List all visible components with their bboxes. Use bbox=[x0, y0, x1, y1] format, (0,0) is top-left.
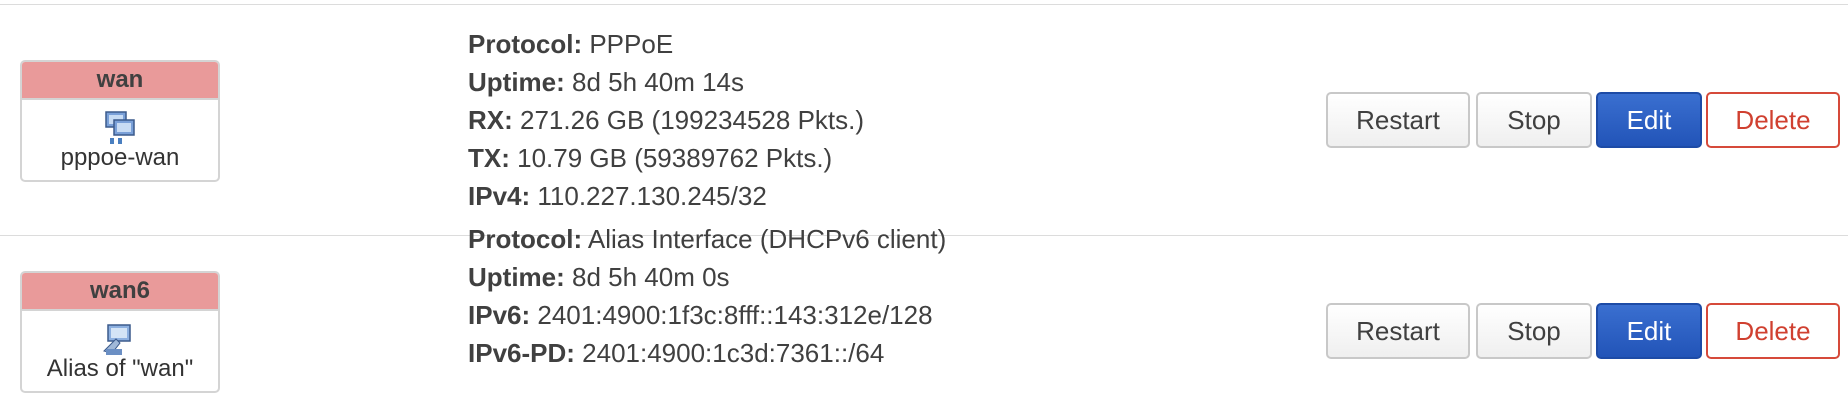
device-label: pppoe-wan bbox=[60, 144, 180, 171]
interface-status: Protocol: Alias Interface (DHCPv6 client… bbox=[468, 220, 946, 372]
edit-button[interactable]: Edit bbox=[1596, 303, 1702, 359]
status-value: 8d 5h 40m 14s bbox=[564, 67, 745, 97]
status-key: IPv6: bbox=[468, 300, 531, 330]
delete-button[interactable]: Delete bbox=[1706, 303, 1840, 359]
interface-device: Alias of "wan" bbox=[22, 311, 218, 391]
device-label: Alias of "wan" bbox=[46, 355, 194, 382]
alias-interface-icon bbox=[100, 321, 140, 357]
status-uptime: Uptime: 8d 5h 40m 0s bbox=[468, 258, 946, 296]
status-value: 8d 5h 40m 0s bbox=[564, 262, 730, 292]
restart-button[interactable]: Restart bbox=[1326, 303, 1470, 359]
interface-row-wan: wan pppoe-wan Protocol: PPPoE Uptime: 8d… bbox=[0, 0, 1848, 235]
status-ipv6-pd: IPv6-PD: 2401:4900:1c3d:7361::/64 bbox=[468, 334, 946, 372]
restart-button[interactable]: Restart bbox=[1326, 92, 1470, 148]
status-protocol: Protocol: Alias Interface (DHCPv6 client… bbox=[468, 220, 946, 258]
status-key: Protocol: bbox=[468, 29, 583, 59]
stop-button[interactable]: Stop bbox=[1476, 92, 1592, 148]
status-value: 2401:4900:1f3c:8fff::143:312e/128 bbox=[530, 300, 933, 330]
status-value: 10.79 GB (59389762 Pkts.) bbox=[509, 143, 833, 173]
status-tx: TX: 10.79 GB (59389762 Pkts.) bbox=[468, 139, 864, 177]
interface-box-wan6: wan6 Alias of "wan" bbox=[20, 271, 220, 393]
status-value: 271.26 GB (199234528 Pkts.) bbox=[512, 105, 865, 135]
status-value: Alias Interface (DHCPv6 client) bbox=[582, 224, 947, 254]
edit-button[interactable]: Edit bbox=[1596, 92, 1702, 148]
status-value: 2401:4900:1c3d:7361::/64 bbox=[574, 338, 885, 368]
status-value: 110.227.130.245/32 bbox=[530, 181, 767, 211]
status-ipv4: IPv4: 110.227.130.245/32 bbox=[468, 177, 864, 215]
interface-status: Protocol: PPPoE Uptime: 8d 5h 40m 14s RX… bbox=[468, 25, 864, 215]
interface-device: pppoe-wan bbox=[22, 100, 218, 180]
status-rx: RX: 271.26 GB (199234528 Pkts.) bbox=[468, 101, 864, 139]
interface-row-wan6: wan6 Alias of "wan" Protocol: Alias Inte… bbox=[0, 224, 1848, 416]
status-key: IPv4: bbox=[468, 181, 531, 211]
status-key: Uptime: bbox=[468, 262, 565, 292]
status-uptime: Uptime: 8d 5h 40m 14s bbox=[468, 63, 864, 101]
delete-button[interactable]: Delete bbox=[1706, 92, 1840, 148]
interface-name: wan bbox=[22, 62, 218, 100]
network-ethernet-icon bbox=[100, 110, 140, 146]
interface-name: wan6 bbox=[22, 273, 218, 311]
status-ipv6: IPv6: 2401:4900:1f3c:8fff::143:312e/128 bbox=[468, 296, 946, 334]
status-key: RX: bbox=[468, 105, 513, 135]
status-key: IPv6-PD: bbox=[468, 338, 575, 368]
status-key: TX: bbox=[468, 143, 510, 173]
stop-button[interactable]: Stop bbox=[1476, 303, 1592, 359]
status-key: Uptime: bbox=[468, 67, 565, 97]
interface-box-wan: wan pppoe-wan bbox=[20, 60, 220, 182]
status-value: PPPoE bbox=[582, 29, 674, 59]
interfaces-table: wan pppoe-wan Protocol: PPPoE Uptime: 8d… bbox=[0, 0, 1848, 416]
status-key: Protocol: bbox=[468, 224, 583, 254]
status-protocol: Protocol: PPPoE bbox=[468, 25, 864, 63]
